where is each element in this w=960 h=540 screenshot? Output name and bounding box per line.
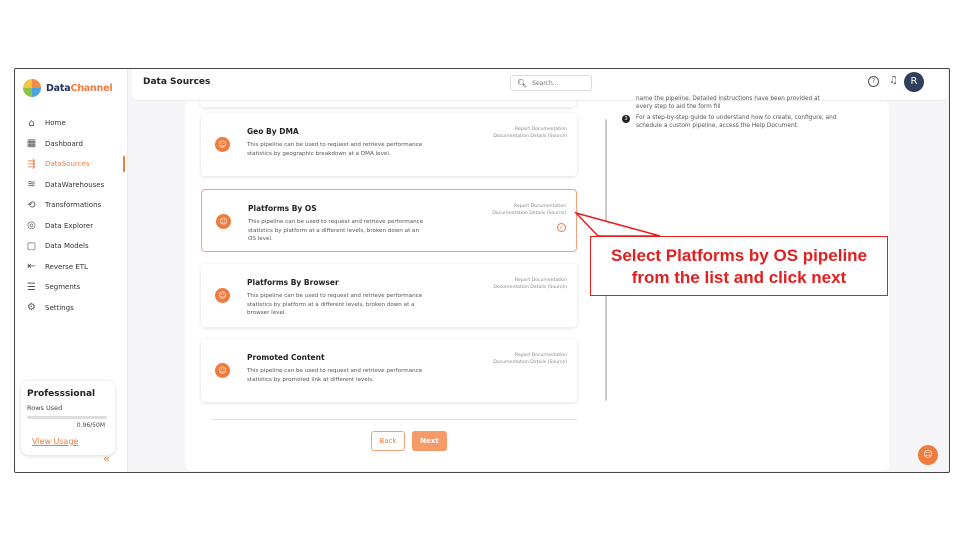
instructions-panel: name the pipeline. Detailed instructions… bbox=[622, 95, 862, 130]
plan-card: Professsional Rows Used 0.96/50M View Us… bbox=[21, 381, 115, 455]
report-documentation-link[interactable]: Report Documentation bbox=[492, 203, 566, 210]
documentation-details-link[interactable]: Documentation Details (Source) bbox=[493, 359, 567, 366]
pipeline-description: This pipeline can be used to request and… bbox=[247, 142, 423, 157]
sidebar-item-label: Settings bbox=[45, 303, 74, 312]
segments-icon: ☰ bbox=[27, 281, 36, 293]
sidebar-item-label: DataWarehouses bbox=[45, 180, 105, 189]
chat-icon[interactable]: ☺ bbox=[918, 445, 938, 465]
list-item[interactable] bbox=[200, 101, 576, 107]
sidebar-item-label: Home bbox=[45, 119, 66, 128]
logo-icon bbox=[23, 79, 41, 97]
report-documentation-link[interactable]: Report Documentation bbox=[493, 352, 567, 359]
annotation-text: Select Platforms by OS pipeline from the… bbox=[591, 237, 887, 289]
sidebar-item-label: Data Explorer bbox=[45, 221, 94, 230]
pipeline-description: This pipeline can be used to request and… bbox=[247, 293, 423, 316]
help-icon[interactable]: ? bbox=[868, 76, 879, 87]
report-documentation-link[interactable]: Report Documentation bbox=[493, 277, 567, 284]
pipeline-title: Platforms By Browser bbox=[247, 278, 339, 287]
selected-check-icon: ✓ bbox=[557, 223, 566, 232]
logo-text: DataChannel bbox=[46, 82, 113, 94]
sidebar-item-dashboard[interactable]: ▦ Dashboard bbox=[15, 134, 127, 155]
sidebar-item-label: Transformations bbox=[45, 201, 102, 210]
explorer-icon: ◎ bbox=[27, 220, 36, 232]
search-box[interactable]: 🔍︎ bbox=[510, 75, 593, 91]
sidebar-item-home[interactable]: ⌂ Home bbox=[15, 113, 127, 134]
reverse-etl-icon: ⇤ bbox=[27, 261, 36, 273]
collapse-sidebar-icon[interactable]: « bbox=[103, 452, 110, 465]
page-title: Data Sources bbox=[143, 77, 211, 87]
documentation-details-link[interactable]: Documentation Details (Source) bbox=[493, 133, 567, 140]
pipeline-list: ☺ Geo By DMA This pipeline can be used t… bbox=[199, 101, 579, 406]
documentation-details-link[interactable]: Documentation Details (Source) bbox=[493, 284, 567, 291]
transform-icon: ⟲ bbox=[27, 199, 36, 211]
home-icon: ⌂ bbox=[28, 117, 35, 129]
pipeline-links: Report Documentation Documentation Detai… bbox=[493, 277, 567, 291]
sidebar-item-datawarehouses[interactable]: ≋ DataWarehouses bbox=[15, 175, 127, 196]
models-icon: ▢ bbox=[26, 240, 37, 252]
sidebar-item-data-explorer[interactable]: ◎ Data Explorer bbox=[15, 216, 127, 237]
pipeline-card-platforms-by-os[interactable]: ☺ Platforms By OS This pipeline can be u… bbox=[201, 189, 577, 252]
next-button[interactable]: Next bbox=[412, 431, 447, 451]
avatar[interactable]: R bbox=[904, 72, 924, 92]
sidebar-item-label: Data Models bbox=[45, 242, 89, 251]
divider bbox=[211, 419, 577, 420]
datasources-icon: ⇶ bbox=[27, 158, 36, 170]
annotation-callout: Select Platforms by OS pipeline from the… bbox=[590, 236, 888, 296]
pipeline-icon: ☺ bbox=[216, 214, 231, 229]
sidebar-item-label: DataSources bbox=[45, 160, 90, 169]
dashboard-icon: ▦ bbox=[26, 138, 37, 150]
pipeline-card-promoted-content[interactable]: ☺ Promoted Content This pipeline can be … bbox=[201, 339, 577, 402]
search-input[interactable] bbox=[532, 79, 593, 87]
documentation-details-link[interactable]: Documentation Details (Source) bbox=[492, 210, 566, 217]
report-documentation-link[interactable]: Report Documentation bbox=[493, 126, 567, 133]
sidebar-item-reverse-etl[interactable]: ⇤ Reverse ETL bbox=[15, 257, 127, 278]
back-button[interactable]: Back bbox=[371, 431, 405, 451]
pipeline-description: This pipeline can be used to request and… bbox=[248, 219, 424, 242]
pipeline-links: Report Documentation Documentation Detai… bbox=[493, 352, 567, 366]
sidebar-item-datasources[interactable]: ⇶ DataSources bbox=[15, 154, 127, 175]
plan-title: Professsional bbox=[27, 389, 96, 399]
notification-bell-icon[interactable]: ♫ bbox=[889, 75, 898, 86]
search-icon: 🔍︎ bbox=[517, 78, 528, 88]
logo[interactable]: DataChannel bbox=[23, 79, 113, 97]
pipeline-links: Report Documentation Documentation Detai… bbox=[493, 126, 567, 140]
sidebar-item-label: Reverse ETL bbox=[45, 262, 88, 271]
pipeline-card-platforms-by-browser[interactable]: ☺ Platforms By Browser This pipeline can… bbox=[201, 264, 577, 327]
pipeline-icon: ☺ bbox=[215, 288, 230, 303]
pipeline-icon: ☺ bbox=[215, 363, 230, 378]
rows-used-label: Rows Used bbox=[27, 404, 63, 412]
sidebar: DataChannel ⌂ Home ▦ Dashboard ⇶ DataSource… bbox=[15, 69, 128, 472]
sidebar-item-data-models[interactable]: ▢ Data Models bbox=[15, 236, 127, 257]
sidebar-item-label: Dashboard bbox=[45, 139, 83, 148]
pipeline-title: Platforms By OS bbox=[248, 204, 317, 213]
usage-bar bbox=[27, 416, 107, 419]
step-number: 3 bbox=[622, 115, 630, 123]
usage-value: 0.96/50M bbox=[76, 422, 105, 429]
pipeline-card-geo-by-dma[interactable]: ☺ Geo By DMA This pipeline can be used t… bbox=[201, 113, 577, 176]
pipeline-icon: ☺ bbox=[215, 137, 230, 152]
annotation-line-2: from the list and click next bbox=[631, 268, 847, 287]
sidebar-nav: ⌂ Home ▦ Dashboard ⇶ DataSources ≋ DataWareh… bbox=[15, 113, 127, 318]
pipeline-links: Report Documentation Documentation Detai… bbox=[492, 203, 566, 217]
instruction-text: every step to aid the form fill bbox=[636, 104, 721, 110]
instruction-item: 3 For a step-by-step guide to understand… bbox=[622, 114, 862, 130]
pipeline-title: Geo By DMA bbox=[247, 127, 299, 136]
database-icon: ≋ bbox=[27, 179, 36, 191]
sidebar-item-label: Segments bbox=[45, 283, 81, 292]
settings-icon: ⚙ bbox=[27, 302, 36, 314]
sidebar-item-settings[interactable]: ⚙ Settings bbox=[15, 298, 127, 319]
pipeline-title: Promoted Content bbox=[247, 353, 325, 362]
sidebar-item-transformations[interactable]: ⟲ Transformations bbox=[15, 195, 127, 216]
annotation-line-1: Select Platforms by OS pipeline bbox=[610, 246, 868, 265]
instruction-text: name the pipeline. Detailed instructions… bbox=[636, 96, 820, 102]
pipeline-description: This pipeline can be used to request and… bbox=[247, 368, 423, 383]
sidebar-item-segments[interactable]: ☰ Segments bbox=[15, 277, 127, 298]
view-usage-link[interactable]: View Usage bbox=[32, 437, 78, 446]
instruction-text: For a step-by-step guide to understand h… bbox=[636, 115, 837, 129]
